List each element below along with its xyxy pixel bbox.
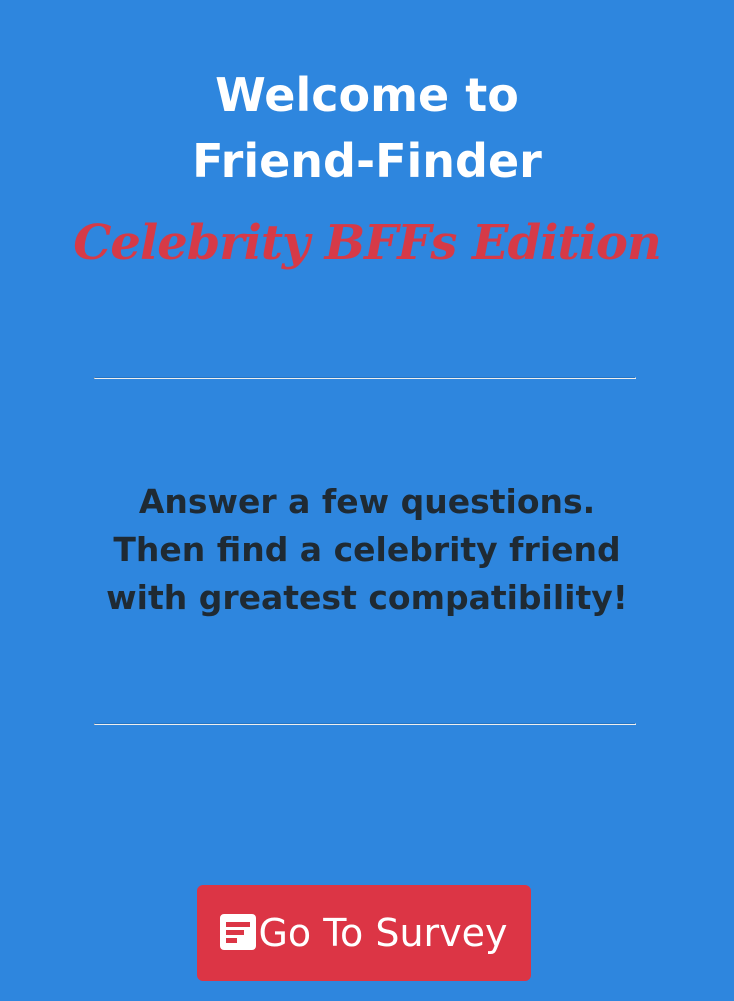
page-title: Welcome to Friend-Finder xyxy=(0,62,734,194)
bottom-divider xyxy=(94,723,636,725)
go-to-survey-label: Go To Survey xyxy=(258,911,508,955)
tagline-line-1: Answer a few questions. xyxy=(138,482,596,521)
go-to-survey-button[interactable]: Go To Survey xyxy=(197,885,531,981)
page-subtitle: Celebrity BFFs Edition xyxy=(73,215,662,271)
title-line-2: Friend-Finder xyxy=(192,134,542,188)
tagline-line-3: with greatest compatibility! xyxy=(106,578,628,617)
landing-hero: Welcome to Friend-Finder Celebrity BFFs … xyxy=(0,0,734,1001)
tagline-line-2: Then find a celebrity friend xyxy=(113,530,621,569)
tagline: Answer a few questions. Then find a cele… xyxy=(0,478,734,622)
title-line-1: Welcome to xyxy=(215,68,519,122)
top-divider xyxy=(94,377,636,379)
survey-icon xyxy=(220,914,257,950)
